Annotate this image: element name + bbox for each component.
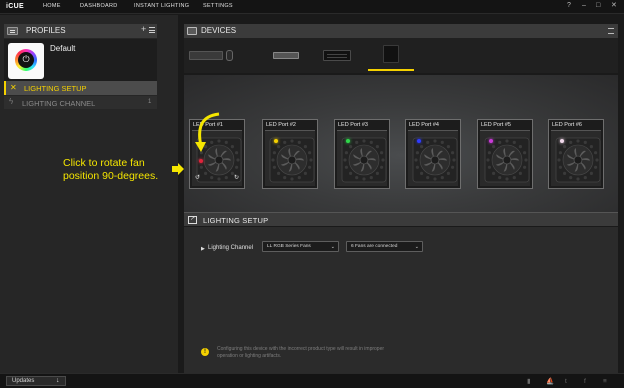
led-port-label: LED Port #5 <box>481 122 511 128</box>
profiles-header: PROFILES + <box>4 24 157 38</box>
fan-icon <box>269 137 315 183</box>
devices-title: DEVICES <box>201 26 237 35</box>
sidebar-item-label: LIGHTING CHANNEL <box>22 99 96 108</box>
channel-count: 1 <box>148 99 152 105</box>
profiles-menu-icon[interactable] <box>149 27 155 33</box>
sidebar-item-lighting-setup[interactable]: ✕ LIGHTING SETUP <box>4 81 157 95</box>
fan-preview <box>551 130 601 186</box>
maximize-icon[interactable]: □ <box>596 2 600 10</box>
profile-thumbnail: ⏻ <box>8 43 44 79</box>
top-menu-bar: iCUE HOME DASHBOARD INSTANT LIGHTING SET… <box>0 0 624 14</box>
forum-icon[interactable]: ≡ <box>603 378 607 385</box>
profile-card-default[interactable]: ⏻ Default <box>4 39 157 83</box>
led-indicator <box>346 139 350 143</box>
device-strip <box>184 38 618 73</box>
corsair-icon[interactable]: ⛵ <box>546 378 554 385</box>
led-port-label: LED Port #6 <box>552 122 582 128</box>
commander-icon <box>383 45 399 63</box>
chart-icon[interactable]: ▮ <box>527 378 531 385</box>
fan-preview <box>337 130 387 186</box>
nav-dashboard[interactable]: DASHBOARD <box>80 3 118 9</box>
expand-icon[interactable]: ▶ <box>201 246 205 252</box>
fan-icon <box>555 137 601 183</box>
profile-name: Default <box>50 44 76 53</box>
profiles-icon <box>7 27 18 35</box>
led-indicator <box>274 139 278 143</box>
fan-icon <box>412 137 458 183</box>
led-port-card[interactable]: LED Port #4 <box>405 119 461 189</box>
fan-count-value: 6 Fans are connected <box>351 244 398 249</box>
left-sidebar: PROFILES + ⏻ Default ✕ LIGHTING SETUP ϟ … <box>0 15 178 373</box>
fan-preview <box>480 130 530 186</box>
led-port-label: LED Port #1 <box>193 122 223 128</box>
warning-message: Configuring this device with the incorre… <box>217 346 385 359</box>
nav-instant-lighting[interactable]: INSTANT LIGHTING <box>134 3 189 9</box>
led-port-label: LED Port #4 <box>409 122 439 128</box>
fan-preview <box>265 130 315 186</box>
updates-label: Updates <box>12 378 35 384</box>
main-content: DEVICES LED Port #1 ↺ ↻ LED Port #2 LED Port… <box>178 15 624 373</box>
led-port-card[interactable]: LED Port #1 ↺ ↻ <box>189 119 245 189</box>
facebook-icon[interactable]: f <box>584 378 586 385</box>
nav-home[interactable]: HOME <box>43 3 61 9</box>
devices-header: DEVICES <box>184 24 618 38</box>
add-profile-button[interactable]: + <box>141 24 146 34</box>
keyboard-icon <box>189 51 223 60</box>
profiles-title: PROFILES <box>26 26 66 35</box>
led-port-label: LED Port #3 <box>338 122 368 128</box>
product-type-value: LL RGB Series Fans <box>267 244 311 249</box>
led-port-card[interactable]: LED Port #2 <box>262 119 318 189</box>
sidebar-item-label: LIGHTING SETUP <box>24 84 87 93</box>
warning-icon: ! <box>201 348 209 356</box>
download-icon: ↓ <box>56 377 60 384</box>
devices-menu-icon[interactable] <box>608 28 614 34</box>
status-bar: Updates ↓ ▮ ⛵ t f ≡ <box>0 373 624 388</box>
product-type-select[interactable]: LL RGB Series Fans ⌄ <box>262 241 339 252</box>
led-indicator <box>560 139 564 143</box>
led-port-card[interactable]: LED Port #5 <box>477 119 533 189</box>
twitter-icon[interactable]: t <box>565 378 567 385</box>
fan-preview: ↺ ↻ <box>192 130 242 186</box>
app-logo: iCUE <box>6 3 24 10</box>
tools-icon: ✕ <box>10 83 17 92</box>
minimize-icon[interactable]: – <box>582 2 586 10</box>
fan-icon <box>484 137 530 183</box>
chevron-down-icon: ⌄ <box>330 244 335 250</box>
lighting-channel-label: Lighting Channel <box>208 245 254 251</box>
device-lighting-node[interactable] <box>321 43 353 67</box>
fan-count-select[interactable]: 6 Fans are connected ⌄ <box>346 241 423 252</box>
controller-icon <box>323 50 351 61</box>
lighting-setup-title: LIGHTING SETUP <box>203 216 269 225</box>
chevron-down-icon: ⌄ <box>414 244 419 250</box>
lighting-setup-header: LIGHTING SETUP <box>184 212 618 226</box>
keyboard-icon <box>187 27 197 35</box>
nav-settings[interactable]: SETTINGS <box>203 3 233 9</box>
lighting-setup-body: ▶ Lighting Channel LL RGB Series Fans ⌄ … <box>184 227 618 373</box>
help-icon[interactable]: ? <box>567 2 571 10</box>
rotate-left-icon[interactable]: ↺ <box>195 175 200 181</box>
led-indicator <box>489 139 493 143</box>
updates-button[interactable]: Updates ↓ <box>6 376 66 386</box>
led-indicator <box>417 139 421 143</box>
rotate-tooltip-annotation: Click to rotate fan position 90-degrees. <box>63 157 159 182</box>
fan-preview <box>408 130 458 186</box>
device-commander[interactable] <box>370 43 413 72</box>
lightning-icon: ϟ <box>9 97 14 106</box>
led-port-label: LED Port #2 <box>266 122 296 128</box>
selected-device-indicator <box>368 69 414 71</box>
device-memory[interactable] <box>271 43 301 67</box>
rotate-right-icon[interactable]: ↻ <box>234 175 239 181</box>
led-indicator <box>199 159 203 163</box>
mouse-icon <box>226 50 233 61</box>
power-icon: ⏻ <box>22 54 30 64</box>
device-keyboard-mouse[interactable] <box>189 43 233 67</box>
memory-icon <box>273 52 299 59</box>
edit-icon <box>188 215 197 224</box>
led-port-card[interactable]: LED Port #3 <box>334 119 390 189</box>
close-icon[interactable]: ✕ <box>611 2 617 10</box>
fan-layout-stage: LED Port #1 ↺ ↻ LED Port #2 LED Port #3 LED P… <box>184 75 618 221</box>
sidebar-item-lighting-channel[interactable]: ϟ LIGHTING CHANNEL 1 <box>4 96 157 109</box>
led-port-card[interactable]: LED Port #6 <box>548 119 604 189</box>
fan-icon <box>341 137 387 183</box>
